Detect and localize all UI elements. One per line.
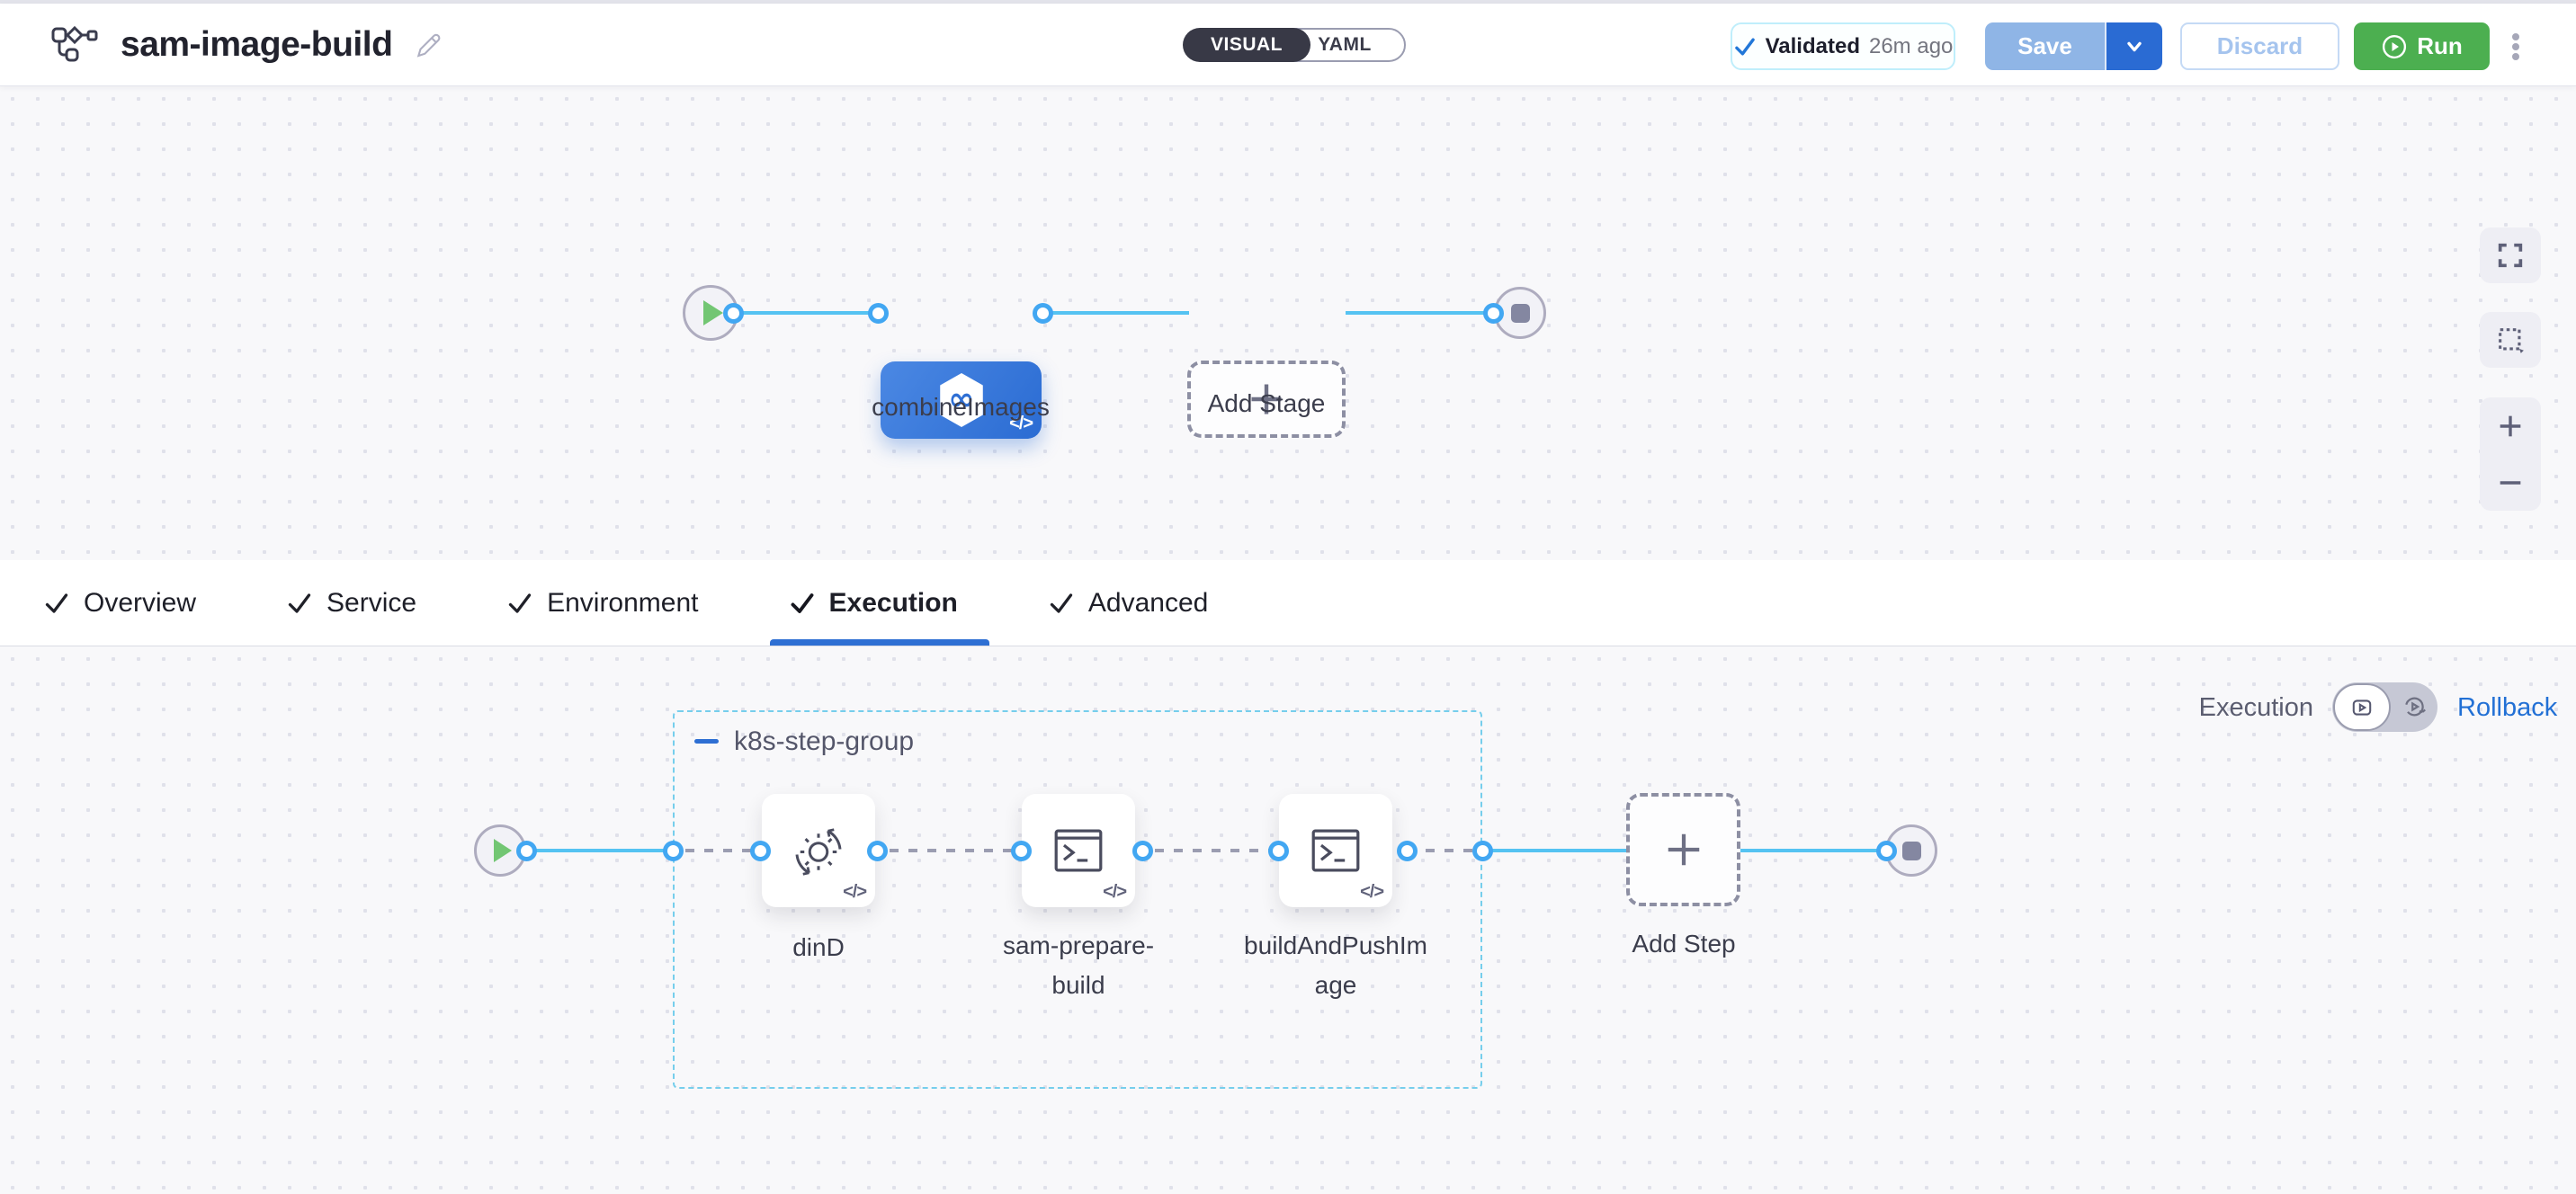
edge-samprepare-to-build (1155, 849, 1270, 852)
port-start-out[interactable] (516, 841, 537, 861)
port-group-in[interactable] (663, 841, 684, 861)
port-samprepare-in[interactable] (1011, 841, 1032, 861)
active-tab-underline (770, 639, 989, 646)
port-build-out[interactable] (1397, 841, 1418, 861)
edge-addstage-to-end (1346, 311, 1495, 315)
zoom-controls (2480, 397, 2541, 511)
stage-canvas[interactable]: ∞ </> combineImages Add Stage (0, 86, 2576, 560)
edge-group-to-dind (685, 849, 752, 852)
discard-button[interactable]: Discard (2180, 22, 2339, 70)
gear-sync-icon (786, 818, 851, 883)
tab-check-icon (43, 590, 70, 617)
pipeline-title: sam-image-build (121, 25, 392, 65)
edge-stage-to-addstage (1043, 311, 1189, 315)
validated-label: Validated (1766, 34, 1860, 59)
run-button[interactable]: Run (2354, 22, 2490, 70)
step-code-glyph: </> (843, 882, 866, 903)
fullscreen-button[interactable] (2480, 227, 2541, 283)
tab-check-icon (789, 590, 816, 617)
validated-time: 26m ago (1869, 34, 1953, 59)
rollback-mode-segment[interactable] (2402, 694, 2427, 719)
step-label-dind: dinD (723, 928, 914, 967)
port-stage-in[interactable] (868, 303, 889, 324)
tab-environment[interactable]: Environment (506, 588, 698, 619)
stop-icon (1902, 842, 1921, 860)
port-group-out[interactable] (1472, 841, 1493, 861)
port-end-in[interactable] (1876, 841, 1897, 861)
port-dind-in[interactable] (750, 841, 771, 861)
pipeline-header: sam-image-build VISUAL YAML Validated 26… (0, 4, 2576, 86)
more-options-menu-icon[interactable] (2512, 33, 2523, 60)
plus-icon (1663, 829, 1704, 870)
step-node-buildandpushimage[interactable]: </> (1279, 794, 1392, 907)
execution-rollback-toggle[interactable] (2332, 682, 2437, 732)
execution-play-icon (2350, 696, 2374, 719)
step-label-sam-prepare-build: sam-prepare-build (983, 926, 1174, 1005)
zoom-out-icon[interactable] (2495, 468, 2526, 498)
step-code-glyph: </> (1360, 882, 1383, 903)
run-play-icon (2381, 33, 2408, 60)
check-icon (1733, 35, 1757, 58)
step-code-glyph: </> (1103, 882, 1126, 903)
port-stage-out[interactable] (1033, 303, 1053, 324)
add-stage-label: Add Stage (1158, 384, 1374, 423)
add-step-label: Add Step (1576, 924, 1792, 964)
marquee-select-icon (2495, 325, 2526, 355)
add-step-button[interactable] (1626, 793, 1740, 906)
execution-mode-label: Execution (2133, 693, 2313, 723)
execution-mode-row: Execution Rollback (0, 682, 2576, 733)
tab-advanced[interactable]: Advanced (1048, 588, 1208, 619)
pipeline-icon (50, 24, 99, 66)
stage-label: combineImages (853, 388, 1069, 427)
port-samprepare-out[interactable] (1132, 841, 1153, 861)
save-dropdown-button[interactable] (2105, 22, 2162, 70)
validated-badge[interactable]: Validated 26m ago (1731, 22, 1955, 70)
multi-select-button[interactable] (2480, 312, 2541, 368)
tab-service[interactable]: Service (286, 588, 416, 619)
step-label-buildandpushimage: buildAndPushImage (1240, 926, 1431, 1005)
start-play-icon (703, 300, 723, 325)
collapse-group-icon[interactable] (694, 739, 719, 744)
run-label: Run (2417, 32, 2463, 60)
zoom-in-icon[interactable] (2495, 411, 2526, 441)
edge-group-to-addstep (1482, 849, 1626, 852)
chevron-down-icon (2124, 36, 2145, 58)
edge-start-to-stage (736, 311, 880, 315)
tab-check-icon (506, 590, 533, 617)
port-start-out[interactable] (723, 303, 744, 324)
save-button[interactable]: Save (1985, 22, 2105, 70)
edge-addstep-to-end (1740, 849, 1887, 852)
port-end-in[interactable] (1483, 303, 1504, 324)
tab-overview[interactable]: Overview (43, 588, 196, 619)
edge-dind-to-samprepare (890, 849, 1017, 852)
stage-tabbar: Overview Service Environment Execution A… (0, 560, 2576, 646)
pipeline-studio: sam-image-build VISUAL YAML Validated 26… (0, 0, 2576, 1194)
toggle-visual[interactable]: VISUAL (1183, 28, 1310, 62)
terminal-icon (1304, 819, 1367, 882)
step-node-dind[interactable]: </> (762, 794, 875, 907)
edge-start-to-group (524, 849, 675, 852)
port-build-in[interactable] (1268, 841, 1289, 861)
rollback-link[interactable]: Rollback (2457, 693, 2557, 723)
execution-mode-segment[interactable] (2333, 683, 2391, 731)
visual-yaml-toggle: VISUAL YAML (1183, 28, 1406, 62)
tab-check-icon (1048, 590, 1075, 617)
rollback-icon (2402, 694, 2427, 719)
start-play-icon (494, 839, 512, 862)
stop-icon (1511, 304, 1530, 323)
fullscreen-icon (2495, 240, 2526, 271)
edit-pencil-icon[interactable] (414, 31, 443, 59)
tab-execution[interactable]: Execution (789, 588, 958, 619)
execution-canvas[interactable]: Execution Rollback k8s-step-grou (0, 646, 2576, 1194)
tab-check-icon (286, 590, 313, 617)
step-node-sam-prepare-build[interactable]: </> (1022, 794, 1135, 907)
port-dind-out[interactable] (867, 841, 888, 861)
terminal-icon (1047, 819, 1110, 882)
